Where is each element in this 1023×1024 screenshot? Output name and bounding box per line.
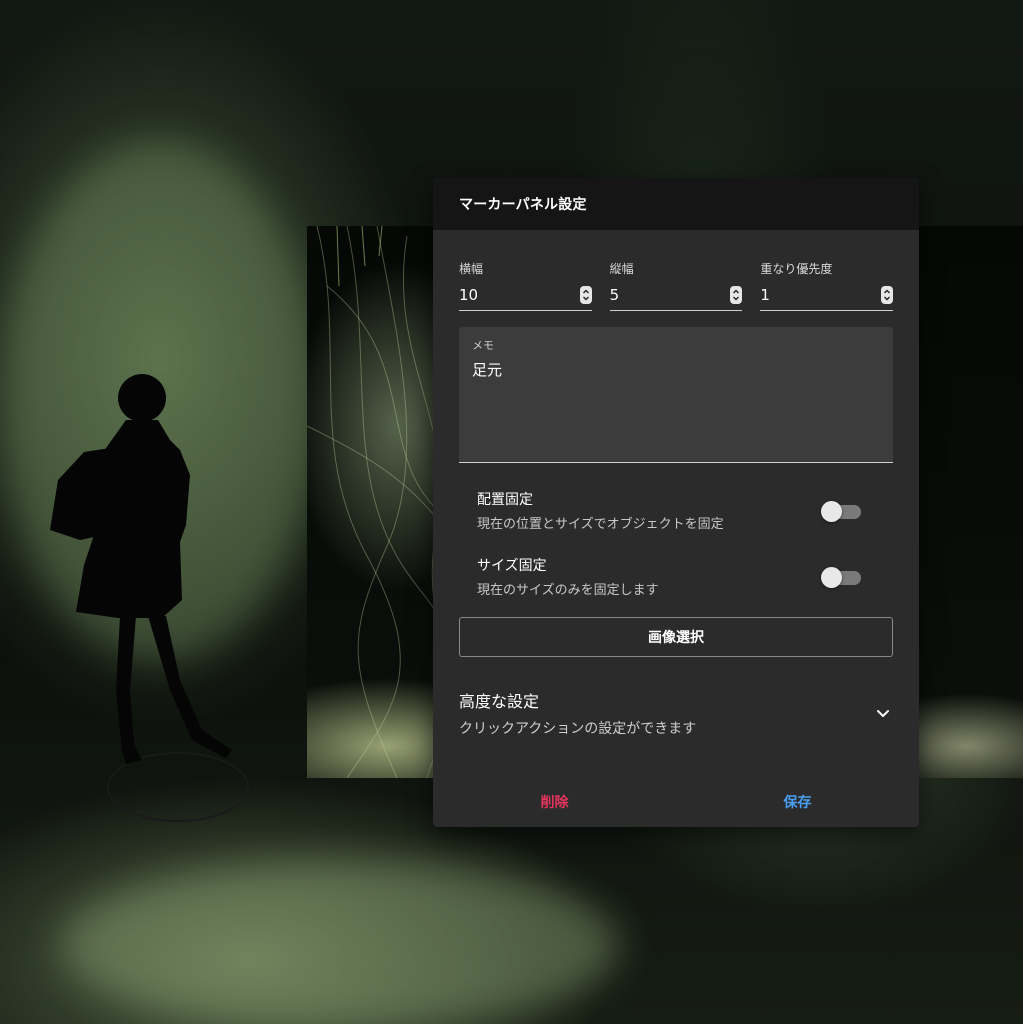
height-input[interactable] [609, 286, 700, 304]
woman-silhouette-figure [50, 374, 249, 822]
save-button[interactable]: 保存 [676, 777, 919, 827]
size-lock-text: サイズ固定 現在のサイズのみを固定します [477, 555, 659, 598]
advanced-settings-description: クリックアクションの設定ができます [459, 721, 697, 737]
position-lock-toggle[interactable] [821, 500, 863, 522]
dimension-fields: 横幅 縦幅 重なり優先度 [459, 260, 894, 311]
delete-button[interactable]: 削除 [433, 777, 676, 827]
width-field: 横幅 [459, 260, 592, 311]
size-lock-description: 現在のサイズのみを固定します [477, 583, 659, 598]
advanced-settings-title: 高度な設定 [459, 692, 540, 711]
memo-textarea[interactable]: 足元 [472, 359, 880, 449]
overlap-priority-row [760, 286, 894, 311]
width-field-label: 横幅 [459, 262, 484, 276]
size-lock-row: サイズ固定 現在のサイズのみを固定します [477, 555, 863, 598]
position-lock-description: 現在の位置とサイズでオブジェクトを固定 [477, 517, 724, 532]
width-input[interactable] [459, 286, 549, 304]
width-field-row [459, 286, 592, 311]
up-down-stepper-icon[interactable] [881, 286, 894, 304]
height-field-row [609, 286, 743, 311]
memo-label: メモ [472, 339, 494, 352]
advanced-settings-text: 高度な設定 クリックアクションの設定ができます [459, 688, 696, 738]
height-field: 縦幅 [609, 260, 743, 311]
position-lock-row: 配置固定 現在の位置とサイズでオブジェクトを固定 [477, 489, 863, 532]
dialog-header: マーカーパネル設定 [433, 178, 919, 230]
advanced-settings-expander[interactable]: 高度な設定 クリックアクションの設定ができます [459, 688, 891, 738]
background-wisp [60, 860, 620, 1024]
size-lock-toggle[interactable] [821, 566, 863, 588]
position-lock-text: 配置固定 現在の位置とサイズでオブジェクトを固定 [477, 489, 724, 532]
chevron-down-icon[interactable] [875, 705, 891, 721]
overlap-priority-label: 重なり優先度 [760, 262, 833, 276]
height-field-label: 縦幅 [609, 262, 634, 276]
image-select-button[interactable]: 画像選択 [459, 617, 893, 657]
dialog-title: マーカーパネル設定 [459, 197, 587, 213]
memo-field[interactable]: メモ 足元 [459, 327, 893, 463]
toggle-thumb [821, 566, 842, 588]
position-lock-title: 配置固定 [477, 492, 533, 508]
overlap-priority-input[interactable] [760, 286, 851, 304]
up-down-stepper-icon[interactable] [730, 286, 743, 304]
overlap-priority-field: 重なり優先度 [760, 260, 894, 311]
dialog-footer: 削除 保存 [433, 777, 919, 827]
size-lock-title: サイズ固定 [477, 558, 547, 574]
marker-panel-settings-dialog: マーカーパネル設定 横幅 縦幅 [433, 178, 919, 827]
toggle-thumb [821, 500, 842, 522]
up-down-stepper-icon[interactable] [579, 286, 592, 304]
